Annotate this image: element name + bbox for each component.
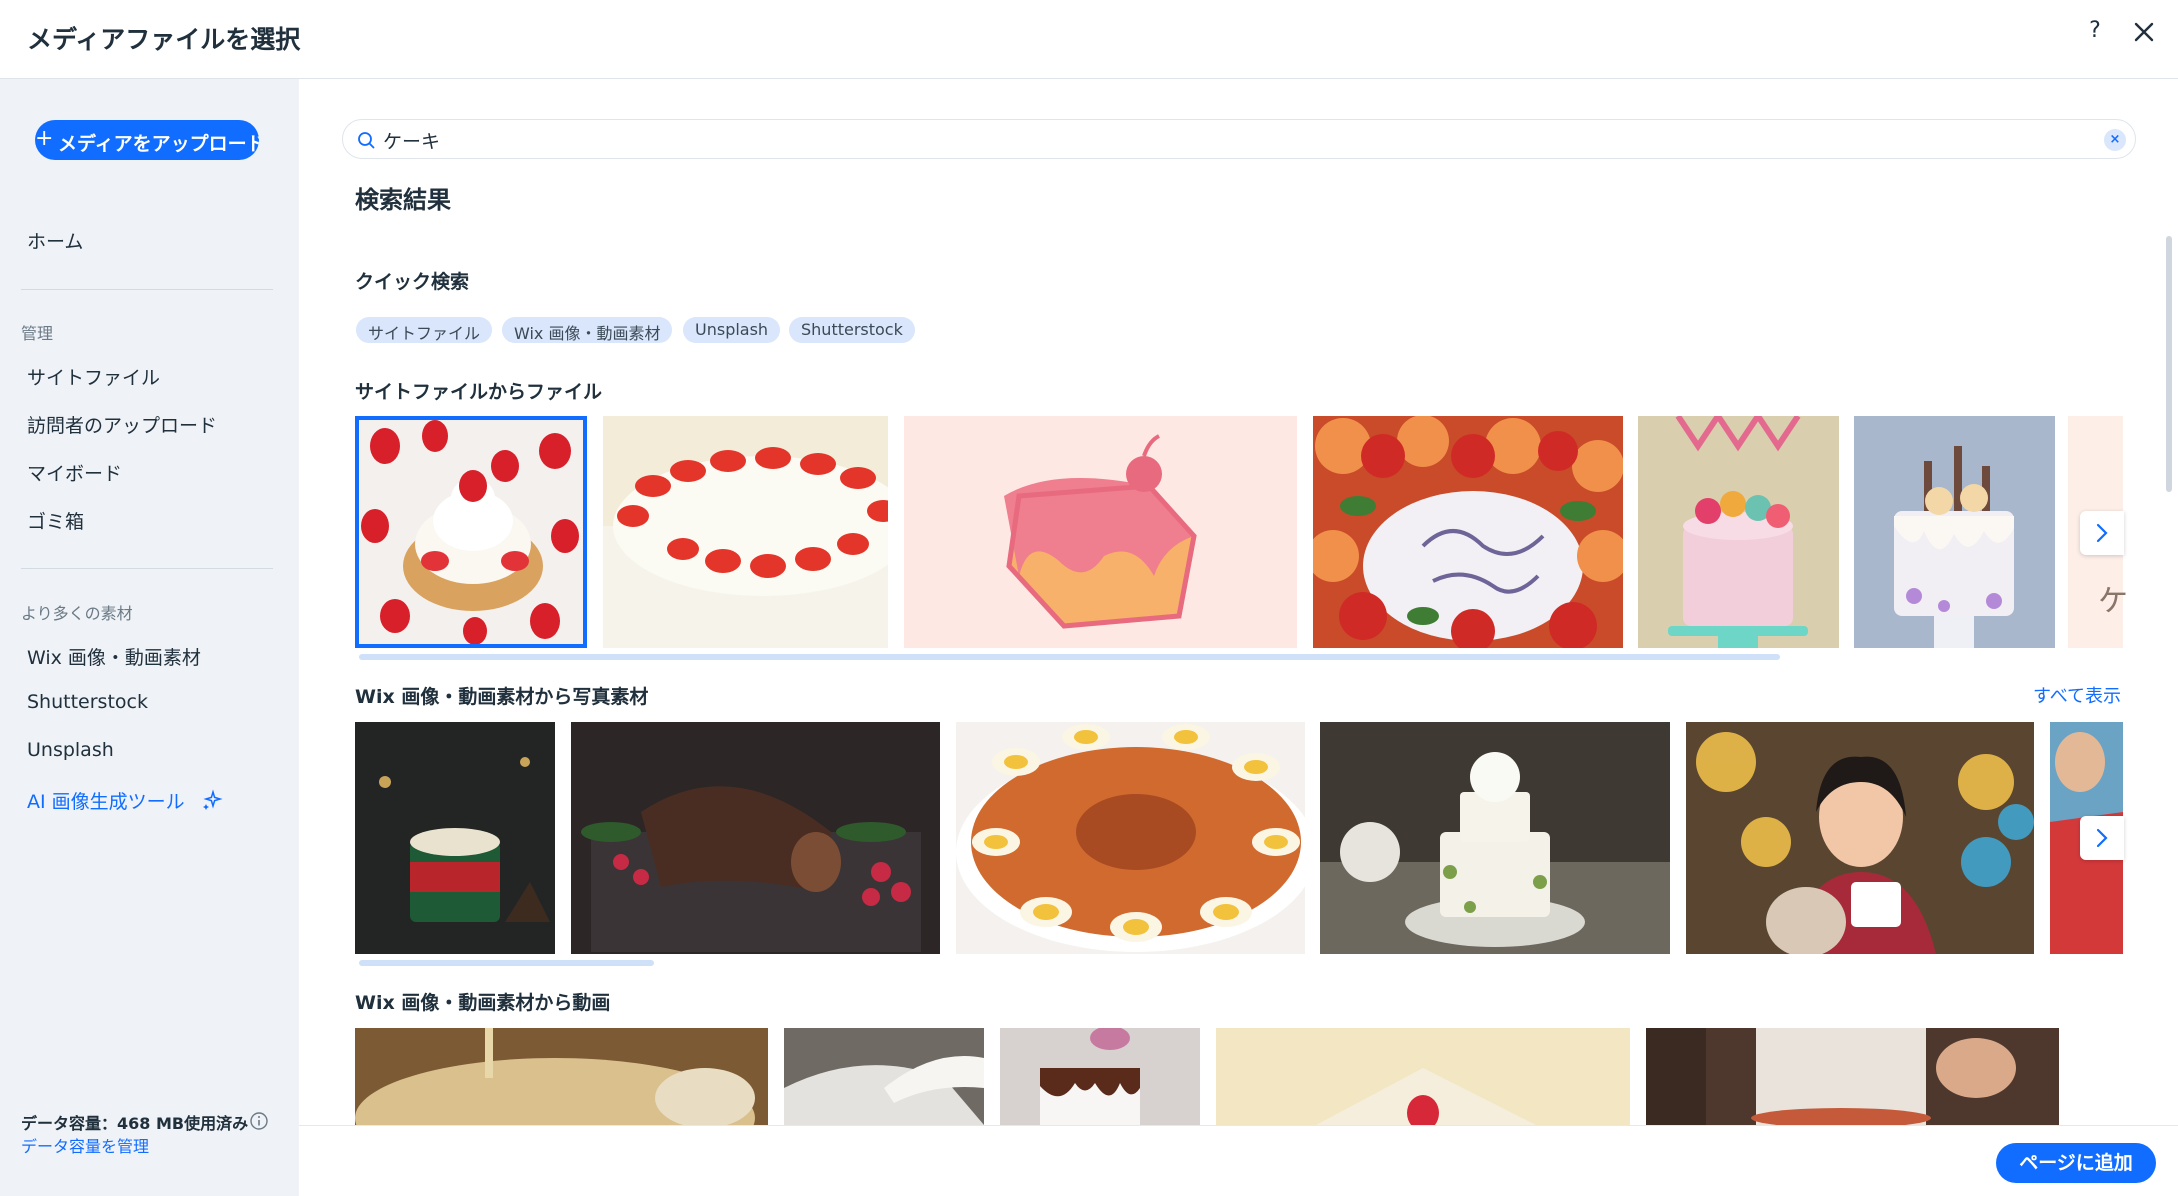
sidebar-divider [21, 289, 273, 290]
help-button[interactable]: ? [2082, 18, 2108, 48]
upload-media-button[interactable]: + メディアをアップロード [35, 120, 259, 160]
chip-wix-media[interactable]: Wix 画像・動画素材 [502, 317, 673, 343]
sidebar-item-site-files[interactable]: サイトファイル [27, 363, 160, 390]
chip-unsplash[interactable]: Unsplash [683, 317, 781, 343]
wix-video-thumb-piping[interactable] [784, 1028, 984, 1125]
sidebar-item-home[interactable]: ホーム [27, 227, 83, 254]
clear-search-button[interactable]: × [2104, 129, 2126, 151]
sidebar-item-trash[interactable]: ゴミ箱 [27, 507, 84, 534]
wix-video-thumb-chocolate-drip[interactable] [1000, 1028, 1200, 1125]
wix-photo-thumb-wedding-cake[interactable] [1320, 722, 1670, 954]
wix-photos-next-button[interactable] [2080, 816, 2124, 860]
site-file-thumb-cake-illustration[interactable] [904, 416, 1297, 648]
quick-search-title: クイック検索 [355, 271, 470, 293]
sidebar-item-unsplash[interactable]: Unsplash [27, 739, 114, 761]
site-file-thumb-macaron-cake[interactable] [1638, 416, 1839, 648]
sidebar-item-my-boards[interactable]: マイボード [27, 459, 122, 486]
sidebar-section-more: より多くの素材 [21, 604, 133, 623]
manage-storage-link[interactable]: データ容量を管理 [21, 1133, 149, 1157]
sidebar-item-visitor-uploads[interactable]: 訪問者のアップロード [27, 411, 217, 438]
search-box: × [342, 119, 2136, 159]
site-file-thumb-strawberry-tart[interactable] [355, 416, 587, 648]
sidebar-item-ai-generator[interactable]: AI 画像生成ツール [27, 787, 223, 814]
sidebar: + メディアをアップロード ホーム 管理 サイトファイル 訪問者のアップロード … [0, 79, 299, 1196]
wix-photo-thumb-woman-eating[interactable] [1686, 722, 2034, 954]
search-icon [358, 132, 375, 149]
wix-videos-title: Wix 画像・動画素材から動画 [355, 992, 611, 1014]
site-file-thumb-strawberry-cream-cake[interactable] [603, 416, 888, 648]
chip-site-files[interactable]: サイトファイル [356, 317, 493, 343]
chevron-right-icon [2096, 523, 2108, 543]
wix-video-thumb-flour[interactable] [355, 1028, 768, 1125]
page-title: メディアファイルを選択 [27, 25, 301, 54]
storage-usage-label: データ容量：468 MB使用済み [21, 1114, 249, 1133]
site-files-next-button[interactable] [2080, 511, 2124, 555]
wix-photos-title: Wix 画像・動画素材から写真素材 [355, 686, 649, 708]
wix-photo-thumb-drum-cake[interactable] [355, 722, 555, 954]
site-files-title: サイトファイルからファイル [355, 381, 603, 403]
site-file-thumb-drip-cake[interactable] [1854, 416, 2055, 648]
search-input[interactable] [383, 125, 2063, 155]
close-button[interactable] [2128, 14, 2160, 50]
show-all-link[interactable]: すべて表示 [2033, 682, 2121, 708]
sidebar-item-label: AI 画像生成ツール [27, 791, 185, 813]
sidebar-divider [21, 568, 273, 569]
wix-video-thumb-strawberry-dessert[interactable] [1216, 1028, 1630, 1125]
add-to-page-button[interactable]: ページに追加 [1996, 1143, 2156, 1183]
chip-shutterstock[interactable]: Shutterstock [789, 317, 915, 343]
footer: ページに追加 [299, 1125, 2178, 1196]
partial-thumb-text: ケ [2098, 584, 2128, 619]
chevron-right-icon [2096, 828, 2108, 848]
sidebar-section-manage: 管理 [21, 324, 54, 343]
site-file-thumb-birthday-flower-cake[interactable] [1313, 416, 1623, 648]
info-icon[interactable] [249, 1111, 269, 1131]
close-icon [2134, 22, 2154, 42]
upload-media-label: メディアをアップロード [58, 133, 259, 155]
sidebar-item-wix-media[interactable]: Wix 画像・動画素材 [27, 643, 201, 670]
sidebar-item-shutterstock[interactable]: Shutterstock [27, 691, 148, 713]
plus-icon: + [35, 126, 54, 151]
page-scrollbar[interactable] [2166, 236, 2172, 492]
help-icon: ? [2089, 18, 2101, 43]
modal-header: メディアファイルを選択 ? [0, 0, 2178, 79]
sparkle-icon [202, 789, 223, 810]
wix-video-thumb-tiered-cake[interactable] [1646, 1028, 2059, 1125]
site-files-scroll-indicator[interactable] [359, 654, 1780, 660]
wix-photo-thumb-yule-log[interactable] [571, 722, 940, 954]
wix-photos-scroll-indicator[interactable] [359, 960, 654, 966]
wix-photo-thumb-savory-egg-cake[interactable] [956, 722, 1305, 954]
results-title: 検索結果 [355, 186, 451, 214]
